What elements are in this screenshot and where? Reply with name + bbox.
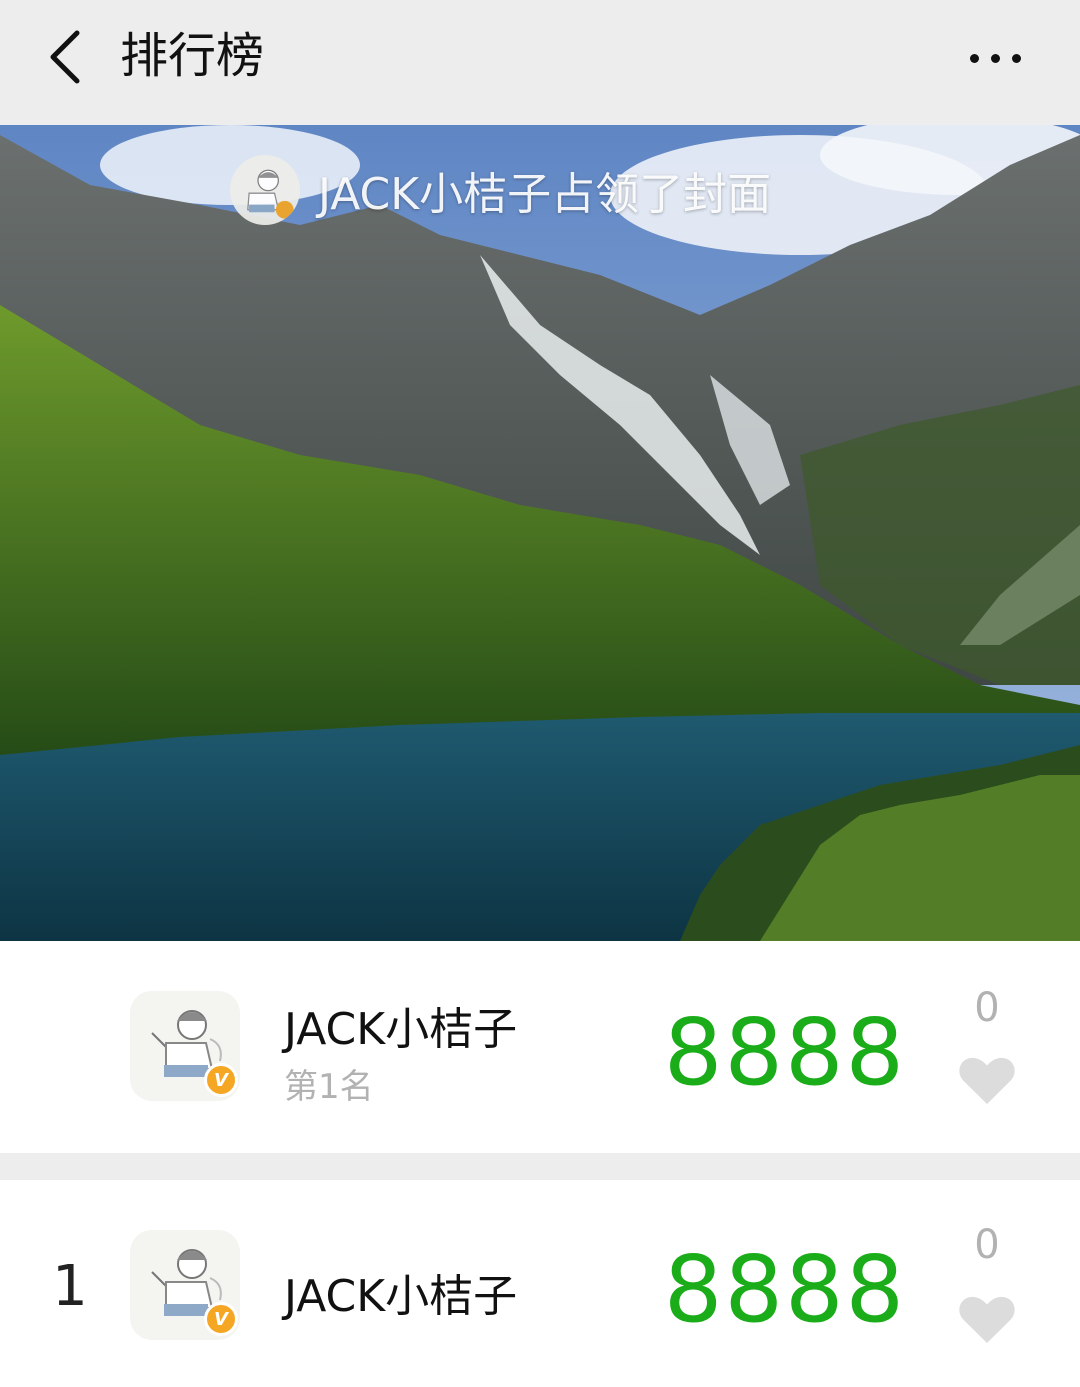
- verified-badge-icon: V: [204, 1063, 238, 1097]
- verified-badge-icon: V: [204, 1302, 238, 1336]
- chevron-left-icon: [50, 30, 80, 84]
- step-count: 8888: [663, 1236, 907, 1343]
- my-rank-card[interactable]: V JACK小桔子 第1名 8888 0: [0, 941, 1080, 1153]
- navigation-bar: 排行榜: [0, 0, 1080, 125]
- cover-image[interactable]: JACK小桔子占领了封面: [0, 125, 1080, 941]
- rank-number: 1: [52, 1254, 88, 1319]
- like-count: 0: [974, 1222, 1000, 1268]
- more-dots-icon: [969, 53, 979, 63]
- my-rank-text: 第1名: [284, 1067, 374, 1107]
- user-avatar[interactable]: V: [130, 1230, 250, 1350]
- user-avatar-illustration: [247, 169, 294, 219]
- leaderboard-row[interactable]: 1 V JACK小桔子 8888 0: [0, 1180, 1080, 1387]
- cover-caption-text: JACK小桔子占领了封面: [318, 169, 772, 220]
- step-count: 8888: [663, 999, 907, 1106]
- back-button[interactable]: [30, 22, 100, 92]
- like-count: 0: [974, 985, 1000, 1031]
- user-name: JACK小桔子: [284, 1271, 518, 1322]
- page-title: 排行榜: [120, 28, 265, 84]
- my-avatar[interactable]: V: [130, 991, 250, 1111]
- heart-icon: [959, 1296, 1015, 1343]
- like-button[interactable]: [957, 1290, 1017, 1346]
- mountain-lake-illustration: [0, 125, 1080, 941]
- like-button[interactable]: [957, 1051, 1017, 1107]
- user-name: JACK小桔子: [284, 1004, 518, 1055]
- avatar: [230, 155, 300, 225]
- cover-caption: JACK小桔子占领了封面: [230, 155, 771, 225]
- more-button[interactable]: [955, 30, 1035, 86]
- heart-icon: [959, 1057, 1015, 1104]
